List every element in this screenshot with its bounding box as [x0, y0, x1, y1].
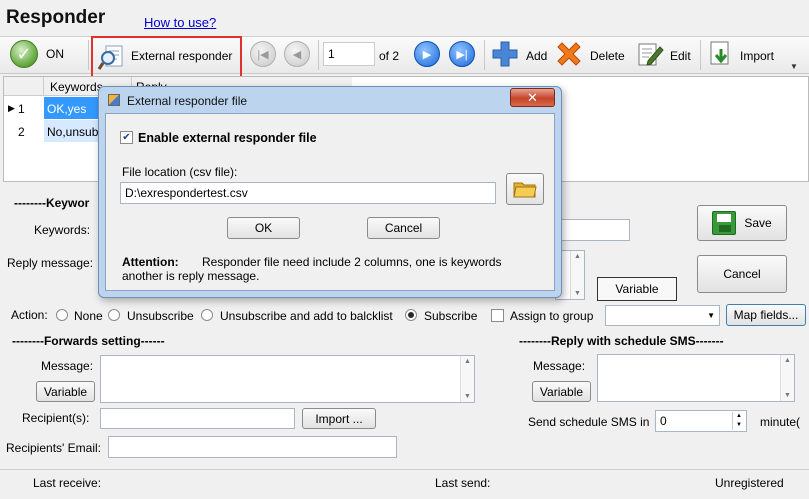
- assign-group-label[interactable]: Assign to group: [510, 309, 593, 323]
- toolbar-separator: [318, 40, 319, 70]
- first-page-icon[interactable]: |◀: [250, 41, 276, 67]
- recipients-import-button[interactable]: Import ...: [302, 408, 376, 429]
- schedule-minutes-input[interactable]: 0 ▲ ▼: [655, 410, 747, 432]
- action-label: Action:: [11, 308, 48, 322]
- next-page-icon[interactable]: ▶: [414, 41, 440, 67]
- recipients-email-label: Recipients' Email:: [6, 441, 101, 455]
- import-icon: [706, 39, 736, 69]
- action-unsubscribe-radio[interactable]: [108, 309, 120, 321]
- on-button[interactable]: ✓ ON: [4, 38, 84, 70]
- app-title: Responder: [6, 7, 106, 28]
- enable-external-checkbox[interactable]: ✔: [120, 131, 133, 144]
- action-none-radio[interactable]: [56, 309, 68, 321]
- add-button[interactable]: Add: [490, 38, 550, 70]
- save-button[interactable]: Save: [697, 205, 787, 241]
- keyword-variable-button[interactable]: Variable: [597, 277, 677, 301]
- schedule-minutes-value: 0: [660, 414, 667, 428]
- row-pointer-icon: ▶: [8, 103, 15, 113]
- toolbar-separator: [700, 40, 701, 70]
- prev-page-icon[interactable]: ◀: [284, 41, 310, 67]
- action-none-label[interactable]: None: [74, 309, 103, 323]
- forwards-scrollbar[interactable]: [460, 356, 474, 402]
- delete-button[interactable]: Delete: [554, 38, 630, 70]
- keyword-cancel-button[interactable]: Cancel: [697, 255, 787, 293]
- schedule-unit-label: minute(: [760, 415, 801, 429]
- dialog-cancel-button[interactable]: Cancel: [367, 217, 440, 239]
- external-responder-label: External responder: [131, 49, 233, 63]
- last-receive-label: Last receive:: [33, 476, 102, 490]
- attention-text: Responder file need include 2 columns, o…: [122, 255, 502, 283]
- external-responder-button[interactable]: External responder: [91, 36, 242, 78]
- action-blacklist-radio[interactable]: [201, 309, 213, 321]
- schedule-header: --------Reply with schedule SMS-------: [519, 334, 724, 348]
- group-select[interactable]: ▼: [605, 305, 720, 326]
- edit-label: Edit: [670, 49, 691, 63]
- plus-icon: [490, 39, 520, 69]
- map-fields-button[interactable]: Map fields...: [726, 304, 806, 326]
- row-number: 1: [18, 102, 25, 116]
- schedule-message-textarea[interactable]: [597, 354, 795, 402]
- on-label: ON: [46, 47, 64, 61]
- recipients-input[interactable]: [100, 408, 295, 429]
- forwards-header: --------Forwards setting------: [12, 334, 165, 348]
- action-unsubscribe-label[interactable]: Unsubscribe: [127, 309, 194, 323]
- add-label: Add: [526, 49, 548, 63]
- browse-button[interactable]: [506, 173, 544, 205]
- import-button[interactable]: Import: [706, 38, 786, 70]
- keywords-label: Keywords:: [34, 223, 91, 237]
- forwards-variable-button[interactable]: Variable: [36, 381, 95, 402]
- check-circle-icon: ✓: [10, 40, 38, 68]
- status-bar: [0, 469, 809, 499]
- magnifier-document-icon: [97, 42, 127, 72]
- folder-icon: [513, 182, 537, 198]
- help-link[interactable]: How to use?: [144, 15, 216, 30]
- schedule-scrollbar[interactable]: [780, 355, 794, 401]
- dialog-close-button[interactable]: ✕: [510, 88, 555, 107]
- keyword-section-header: --------Keywor: [14, 196, 90, 210]
- last-page-icon[interactable]: ▶|: [449, 41, 475, 67]
- schedule-message-label: Message:: [533, 359, 586, 373]
- edit-button[interactable]: Edit: [634, 38, 696, 70]
- recipients-email-input[interactable]: [108, 436, 397, 458]
- page-of-label: of 2: [379, 49, 400, 63]
- action-blacklist-label[interactable]: Unsubscribe and add to balcklist: [220, 309, 393, 323]
- reply-scrollbar[interactable]: [570, 251, 584, 299]
- row-number: 2: [18, 125, 25, 139]
- delete-x-icon: [554, 39, 584, 69]
- delete-label: Delete: [590, 49, 625, 63]
- recipients-label: Recipient(s):: [22, 411, 90, 425]
- file-location-label: File location (csv file):: [122, 165, 238, 179]
- send-schedule-label: Send schedule SMS in: [528, 415, 650, 429]
- dialog-app-icon: [108, 94, 120, 106]
- file-path-input[interactable]: D:\exrespondertest.csv: [120, 182, 496, 204]
- forwards-message-textarea[interactable]: [100, 355, 475, 403]
- toolbar-separator: [484, 40, 485, 70]
- save-disk-icon: [712, 211, 737, 235]
- schedule-variable-button[interactable]: Variable: [532, 381, 591, 402]
- save-label: Save: [744, 216, 772, 230]
- external-responder-dialog: External responder file ✕ ✔ Enable exter…: [98, 86, 562, 298]
- action-subscribe-radio[interactable]: [405, 309, 417, 321]
- close-icon: ✕: [527, 89, 538, 105]
- import-label: Import: [740, 49, 775, 63]
- registration-status: Unregistered: [715, 476, 784, 490]
- keywords-input[interactable]: [555, 219, 630, 241]
- reply-message-label: Reply message:: [7, 256, 94, 270]
- chevron-down-icon: ▼: [707, 311, 715, 320]
- last-send-label: Last send:: [435, 476, 491, 490]
- grid-header-corner: [4, 77, 44, 96]
- spinner-icon[interactable]: ▲ ▼: [732, 412, 745, 430]
- dialog-title: External responder file: [127, 94, 248, 108]
- toolbar-separator: [88, 40, 89, 70]
- assign-group-checkbox[interactable]: [491, 309, 504, 322]
- dialog-ok-button[interactable]: OK: [227, 217, 300, 239]
- dialog-body: ✔ Enable external responder file File lo…: [105, 113, 555, 291]
- edit-pencil-icon: [634, 39, 664, 69]
- enable-external-label[interactable]: Enable external responder file: [138, 131, 317, 145]
- page-number-input[interactable]: 1: [323, 42, 375, 66]
- forwards-message-label: Message:: [41, 359, 94, 373]
- toolbar-overflow-icon[interactable]: ▼: [790, 62, 798, 71]
- action-subscribe-label[interactable]: Subscribe: [424, 309, 477, 323]
